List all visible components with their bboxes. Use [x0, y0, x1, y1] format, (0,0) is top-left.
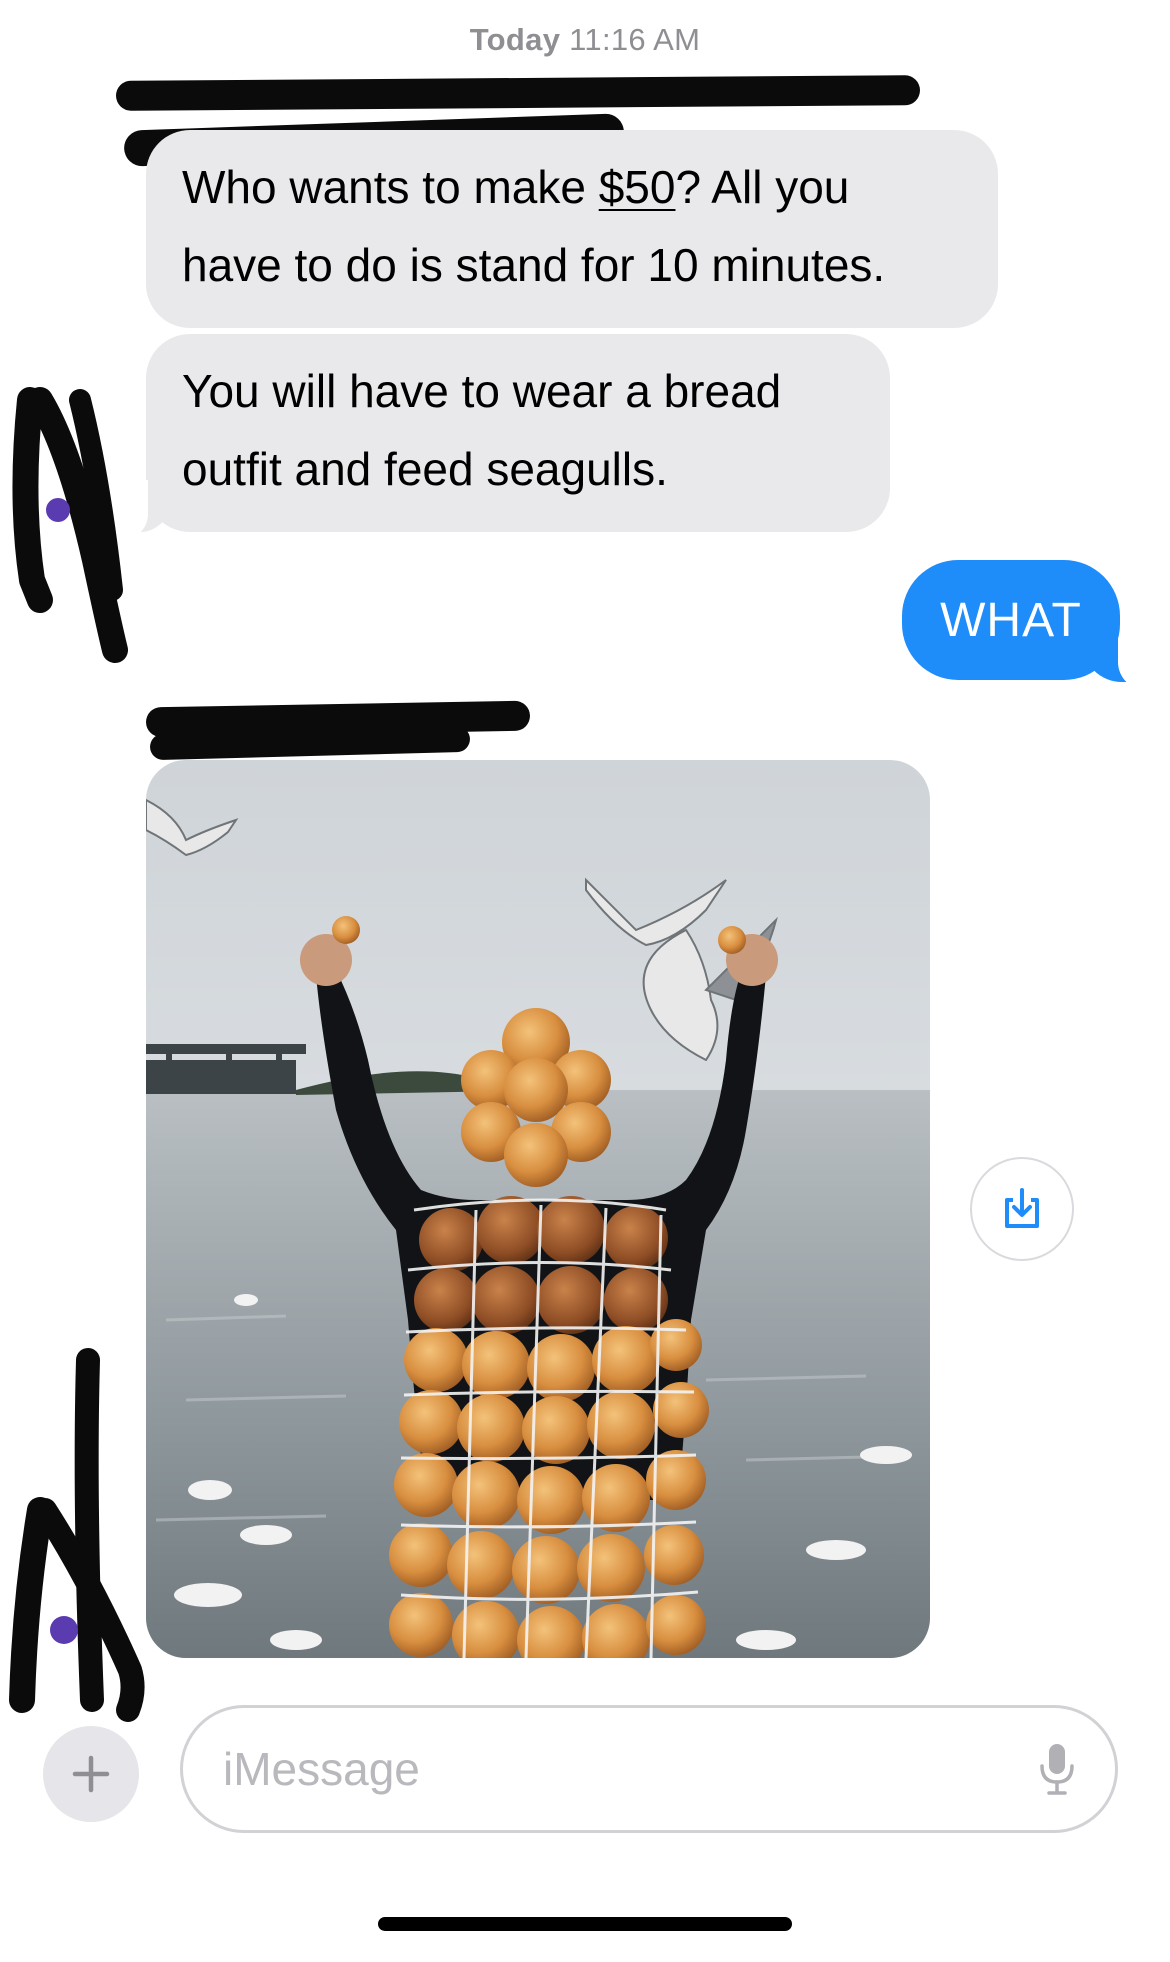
bubble-tail-mask	[1118, 610, 1158, 690]
message-text-line: Who wants to make $50? All you	[182, 161, 850, 213]
message-input-placeholder: iMessage	[223, 1743, 420, 1795]
bread-costume-seagulls-photo	[146, 760, 930, 1658]
message-input[interactable]: iMessage	[180, 1705, 1118, 1833]
apps-plus-button[interactable]	[43, 1726, 139, 1822]
outgoing-message-bubble[interactable]: WHAT	[902, 560, 1120, 680]
image-attachment[interactable]	[146, 760, 930, 1658]
save-image-button[interactable]	[970, 1157, 1074, 1261]
message-text-line: outfit and feed seagulls.	[182, 443, 668, 495]
message-text-line: have to do is stand for 10 minutes.	[182, 239, 886, 291]
incoming-message-bubble[interactable]: You will have to wear a bread outfit and…	[146, 334, 890, 532]
redacted-avatar-scribble	[9, 1348, 145, 1722]
redacted-avatar-scribble	[12, 387, 128, 663]
incoming-message-bubble[interactable]: Who wants to make $50? All you have to d…	[146, 130, 998, 328]
timestamp: Today 11:16 AM	[0, 22, 1170, 58]
redacted-sender-name	[115, 75, 921, 111]
timestamp-day: Today	[469, 22, 561, 57]
save-download-icon	[1005, 1188, 1039, 1228]
plus-icon	[72, 1755, 110, 1793]
message-text-line: You will have to wear a bread	[182, 365, 782, 417]
timestamp-time: 11:16 AM	[569, 22, 701, 57]
microphone-icon[interactable]	[1037, 1740, 1077, 1798]
money-link[interactable]: $50	[599, 161, 676, 213]
home-indicator[interactable]	[378, 1917, 792, 1931]
message-text: WHAT	[940, 593, 1082, 647]
